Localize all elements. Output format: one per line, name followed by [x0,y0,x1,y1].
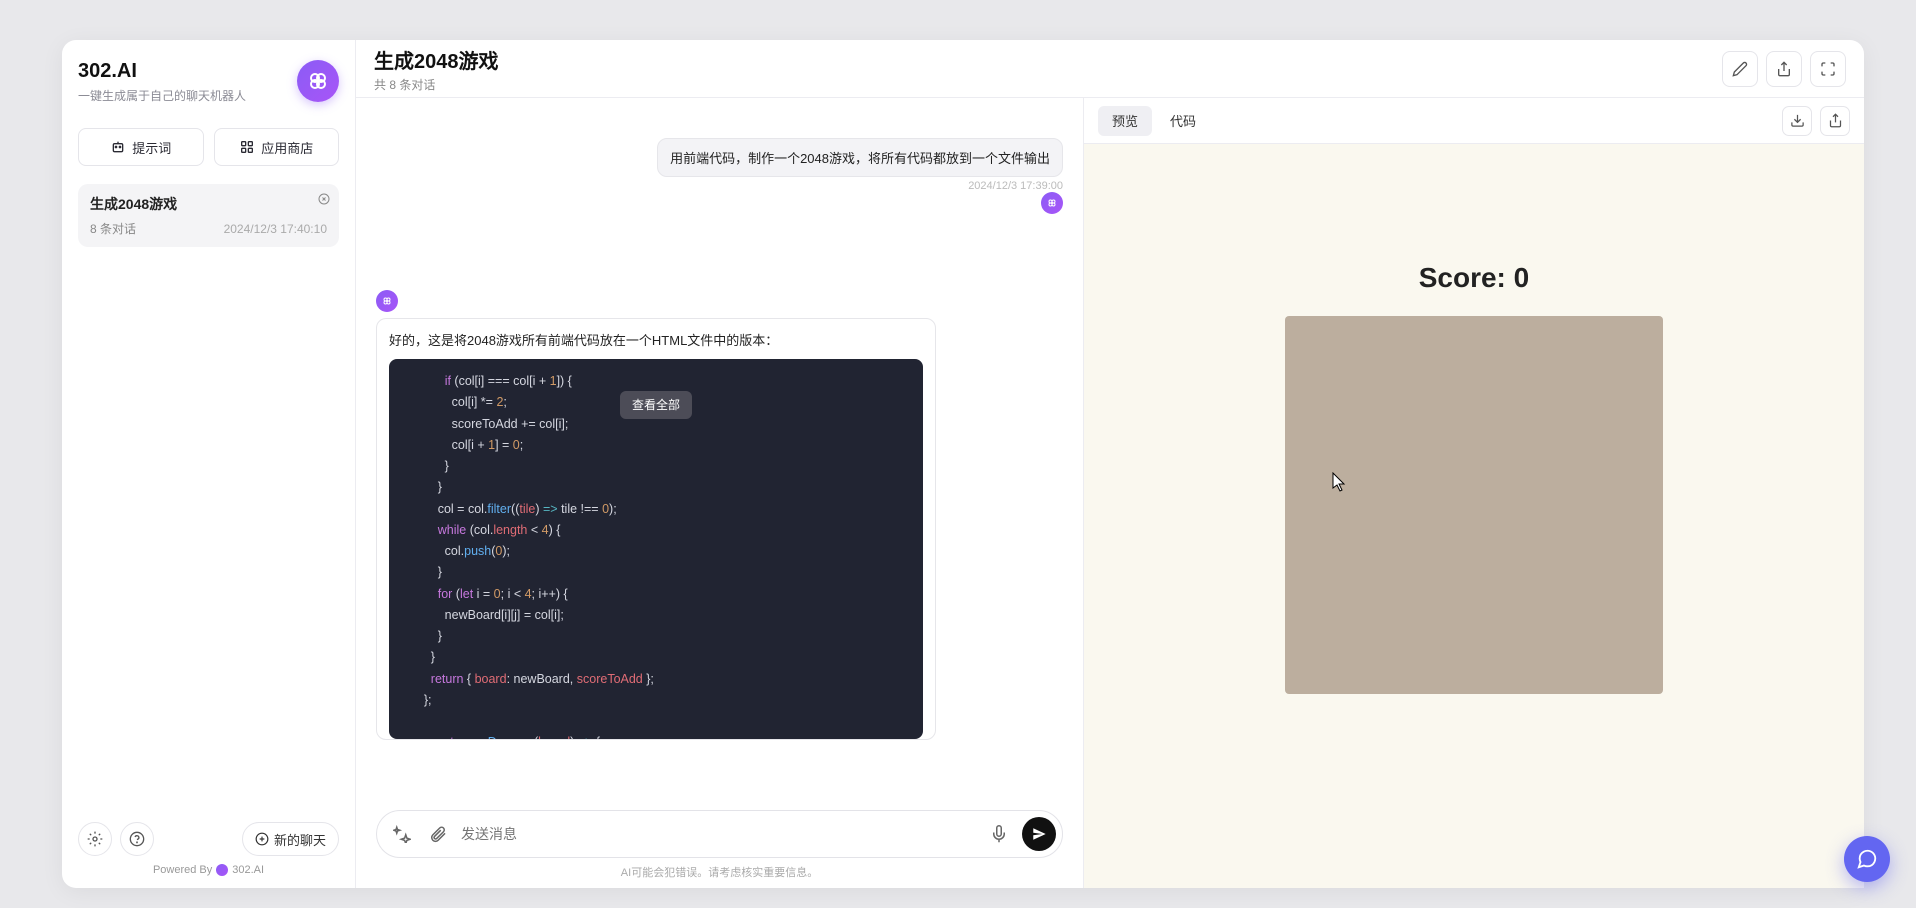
main-area: 生成2048游戏 共 8 条对话 用前端代码，制作一个2048游戏，将所有代码都… [356,40,1864,888]
page-subtitle: 共 8 条对话 [374,76,499,93]
message-input-container [376,810,1063,858]
mic-button[interactable] [986,821,1012,847]
share-preview-button[interactable] [1820,106,1850,136]
preview-tabs: 预览 代码 [1098,106,1210,136]
help-button[interactable] [120,822,154,856]
user-message-time: 2024/12/3 17:39:00 [968,180,1063,192]
close-icon[interactable] [315,190,333,208]
expand-button[interactable] [1810,51,1846,87]
code-content: if (col[i] === col[i + 1]) { col[i] *= 2… [403,371,909,739]
brand-row: 302.AI 一键生成属于自己的聊天机器人 [78,60,339,104]
powered-brand: 302.AI [232,864,264,876]
user-message-row: 用前端代码，制作一个2048游戏，将所有代码都放到一个文件输出 2024/12/… [376,112,1063,214]
ai-message-block: 好的，这是将2048游戏所有前端代码放在一个HTML文件中的版本： 查看全部 i… [376,290,1063,740]
conversation-title: 生成2048游戏 [90,194,327,214]
conversation-list: 生成2048游戏 8 条对话 2024/12/3 17:40:10 [78,184,339,816]
mic-icon [990,825,1008,843]
gear-icon [87,831,103,847]
magic-button[interactable] [389,821,415,847]
new-chat-label: 新的聊天 [274,830,326,849]
score-display: Score: 0 [1419,262,1530,294]
ai-intro-text: 好的，这是将2048游戏所有前端代码放在一个HTML文件中的版本： [389,330,923,349]
send-icon [1031,826,1047,842]
game-board[interactable] [1285,316,1663,694]
game-preview-frame[interactable]: Score: 0 [1084,144,1864,888]
score-value: 0 [1514,262,1530,293]
content-split: 用前端代码，制作一个2048游戏，将所有代码都放到一个文件输出 2024/12/… [356,98,1864,888]
sidebar-bottom: 新的聊天 [78,816,339,856]
chat-fab-button[interactable] [1844,836,1890,882]
page-title: 生成2048游戏 [374,45,499,74]
app-store-button[interactable]: 应用商店 [214,128,340,166]
brand-tagline: 一键生成属于自己的聊天机器人 [78,87,246,104]
sidebar-buttons: 提示词 应用商店 [78,128,339,166]
user-avatar [1041,192,1063,214]
settings-button[interactable] [78,822,112,856]
expand-icon [1820,61,1836,77]
pencil-icon [1732,61,1748,77]
powered-label: Powered By [153,864,212,876]
help-icon [129,831,145,847]
ai-avatar [376,290,398,312]
sparkle-icon [393,825,411,843]
conversation-time: 2024/12/3 17:40:10 [224,222,327,236]
share-icon [1776,61,1792,77]
edit-button[interactable] [1722,51,1758,87]
preview-column: 预览 代码 Score: 0 [1084,98,1864,888]
brand-logo [297,60,339,102]
grid-icon [239,139,255,155]
plus-circle-icon [255,832,269,846]
new-chat-button[interactable]: 新的聊天 [242,822,339,856]
chat-column: 用前端代码，制作一个2048游戏，将所有代码都放到一个文件输出 2024/12/… [356,98,1084,888]
preview-actions [1782,106,1850,136]
attach-button[interactable] [425,821,451,847]
brand-text: 302.AI 一键生成属于自己的聊天机器人 [78,60,246,104]
brand-dot-icon [216,864,228,876]
store-label: 应用商店 [261,138,313,157]
share-button[interactable] [1766,51,1802,87]
prompts-label: 提示词 [132,138,171,157]
brand-name: 302.AI [78,60,246,83]
send-button[interactable] [1022,817,1056,851]
disclaimer-text: AI可能会犯错误。请考虑核实重要信息。 [376,864,1063,880]
share-icon [1828,113,1843,128]
code-block[interactable]: 查看全部 if (col[i] === col[i + 1]) { col[i]… [389,359,923,739]
sidebar: 302.AI 一键生成属于自己的聊天机器人 提示词 应用商店 生成204 [62,40,356,888]
view-all-button[interactable]: 查看全部 [620,391,692,419]
conversation-count: 8 条对话 [90,220,136,237]
ai-message-bubble: 好的，这是将2048游戏所有前端代码放在一个HTML文件中的版本： 查看全部 i… [376,318,936,740]
prompts-button[interactable]: 提示词 [78,128,204,166]
header-actions [1722,51,1846,87]
chat-scroll[interactable]: 用前端代码，制作一个2048游戏，将所有代码都放到一个文件输出 2024/12/… [356,98,1083,800]
preview-header: 预览 代码 [1084,98,1864,144]
download-icon [1790,113,1805,128]
paperclip-icon [429,825,447,843]
tab-code[interactable]: 代码 [1156,106,1210,136]
input-area: AI可能会犯错误。请考虑核实重要信息。 [356,800,1083,888]
chat-bubble-icon [1856,848,1878,870]
app-window: 302.AI 一键生成属于自己的聊天机器人 提示词 应用商店 生成204 [62,40,1864,888]
message-input[interactable] [461,826,976,842]
robot-icon [110,139,126,155]
main-header: 生成2048游戏 共 8 条对话 [356,40,1864,98]
score-label: Score: [1419,262,1506,293]
download-button[interactable] [1782,106,1812,136]
powered-by: Powered By 302.AI [78,864,339,876]
tab-preview[interactable]: 预览 [1098,106,1152,136]
conversation-item[interactable]: 生成2048游戏 8 条对话 2024/12/3 17:40:10 [78,184,339,247]
header-titles: 生成2048游戏 共 8 条对话 [374,45,499,93]
user-message-bubble: 用前端代码，制作一个2048游戏，将所有代码都放到一个文件输出 [657,138,1063,177]
